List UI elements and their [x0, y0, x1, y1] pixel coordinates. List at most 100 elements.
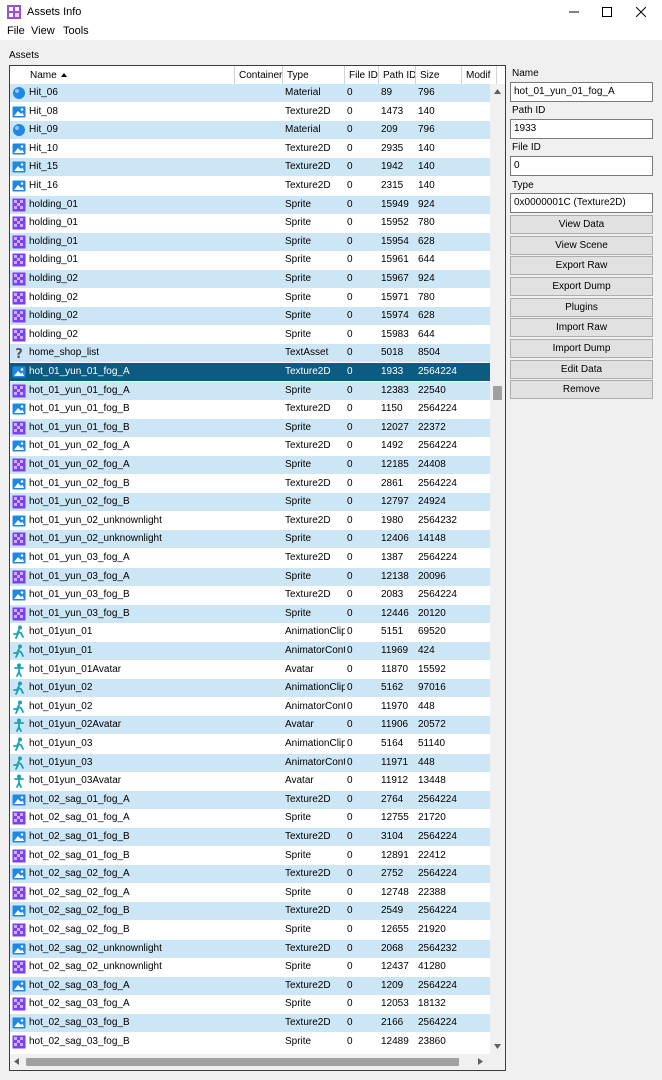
table-row[interactable]: holding_02 Sprite 0 15983 644 [10, 326, 490, 344]
remove-button[interactable]: Remove [510, 380, 653, 399]
table-row[interactable]: hot_02_sag_01_fog_A Texture2D 0 2764 2564224 [10, 790, 490, 809]
cell-file-id: 0 [347, 291, 353, 303]
table-row[interactable]: hot_02_sag_03_fog_B Sprite 0 12489 23860 [10, 1033, 490, 1051]
file-id-field[interactable]: 0 [510, 156, 653, 176]
path-id-field[interactable]: 1933 [510, 119, 653, 139]
table-row[interactable]: hot_02_sag_02_fog_A Texture2D 0 2752 2564224 [10, 865, 490, 884]
table-row[interactable]: Hit_08 Texture2D 0 1473 140 [10, 103, 490, 121]
table-row[interactable]: Hit_16 Texture2D 0 2315 140 [10, 177, 490, 195]
table-row[interactable]: holding_02 Sprite 0 15967 924 [10, 270, 490, 288]
table-row[interactable]: hot_01yun_03Avatar Avatar 0 11912 13448 [10, 772, 490, 790]
column-modified[interactable]: Modif [462, 66, 497, 86]
close-button[interactable] [624, 0, 658, 24]
vertical-scrollbar[interactable] [490, 84, 505, 1054]
table-row[interactable]: ? home_shop_list TextAsset 0 5018 8504 [10, 344, 490, 363]
table-row[interactable]: hot_02_sag_03_fog_B Texture2D 0 2166 2564224 [10, 1014, 490, 1032]
table-row[interactable]: hot_01yun_03 AnimatorController0 11971 448 [10, 753, 490, 772]
cell-size: 2564224 [418, 477, 457, 489]
table-row[interactable]: holding_01 Sprite 0 15952 780 [10, 214, 490, 232]
horizontal-scroll-thumb[interactable] [26, 1058, 459, 1066]
type-field[interactable]: 0x0000001C (Texture2D) [510, 193, 653, 213]
table-row[interactable]: holding_01 Sprite 0 15954 628 [10, 232, 490, 251]
table-row[interactable]: holding_01 Sprite 0 15961 644 [10, 251, 490, 269]
vertical-scroll-thumb[interactable] [493, 386, 502, 400]
horizontal-scrollbar[interactable] [10, 1054, 490, 1070]
table-row[interactable]: hot_01_yun_01_fog_B Texture2D 0 1150 2564224 [10, 400, 490, 418]
table-row[interactable]: hot_01yun_02 AnimatorController0 11970 448 [10, 698, 490, 716]
table-row[interactable]: hot_01_yun_03_fog_A Texture2D 0 1387 2564224 [10, 549, 490, 567]
table-row[interactable]: hot_02_sag_03_fog_A Sprite 0 12053 18132 [10, 995, 490, 1013]
column-name[interactable]: Name [26, 66, 235, 86]
cell-path-id: 12755 [381, 812, 409, 824]
cell-type: Sprite [285, 961, 312, 973]
export-dump-button[interactable]: Export Dump [510, 277, 653, 296]
table-row[interactable]: hot_01_yun_02_unknownlight Sprite 0 12406 14… [10, 530, 490, 549]
scroll-right-icon[interactable] [478, 1058, 483, 1065]
table-row[interactable]: hot_02_sag_02_fog_A Sprite 0 12748 22388 [10, 884, 490, 902]
table-row[interactable]: hot_01yun_01 AnimatorController0 11969 424 [10, 642, 490, 660]
view-data-button[interactable]: View Data [510, 215, 653, 234]
table-row[interactable]: hot_02_sag_03_fog_A Texture2D 0 1209 2564224 [10, 976, 490, 995]
table-row[interactable]: holding_02 Sprite 0 15974 628 [10, 307, 490, 326]
table-row[interactable]: hot_01_yun_02_fog_B Texture2D 0 2861 2564224 [10, 475, 490, 493]
menu-file[interactable]: File [7, 25, 25, 37]
export-raw-button[interactable]: Export Raw [510, 256, 653, 275]
texture-icon [12, 366, 26, 378]
menu-view[interactable]: View [31, 25, 55, 37]
table-row[interactable]: hot_01_yun_03_fog_B Sprite 0 12446 20120 [10, 604, 490, 623]
column-size[interactable]: Size [416, 66, 462, 86]
table-row[interactable]: hot_01_yun_02_fog_B Sprite 0 12797 24924 [10, 493, 490, 512]
edit-data-button[interactable]: Edit Data [510, 360, 653, 379]
table-row[interactable]: hot_01yun_01 AnimationClip 0 5151 69520 [10, 623, 490, 641]
table-row[interactable]: hot_02_sag_01_fog_B Sprite 0 12891 22412 [10, 847, 490, 865]
table-row[interactable]: hot_01yun_01Avatar Avatar 0 11870 15592 [10, 661, 490, 679]
table-row[interactable]: hot_01yun_03 AnimationClip 0 5164 51140 [10, 735, 490, 753]
table-row[interactable]: hot_02_sag_02_unknownlight Texture2D 0 2068… [10, 939, 490, 958]
sprite-icon [12, 570, 26, 584]
maximize-button[interactable] [590, 0, 624, 24]
asset-list[interactable]: Name Container Type File ID Path ID Size… [9, 65, 506, 1071]
table-row[interactable]: holding_01 Sprite 0 15949 924 [10, 195, 490, 214]
scroll-up-icon[interactable] [494, 89, 501, 94]
view-scene-button[interactable]: View Scene [510, 236, 653, 255]
table-row[interactable]: hot_01_yun_01_fog_A Texture2D 0 1933 2564224 [10, 363, 490, 381]
table-row[interactable]: hot_02_sag_02_fog_B Texture2D 0 2549 2564224 [10, 902, 490, 921]
table-row[interactable]: hot_01_yun_02_fog_A Texture2D 0 1492 2564224 [10, 437, 490, 455]
import-dump-button[interactable]: Import Dump [510, 339, 653, 358]
cell-size: 2564224 [418, 793, 457, 805]
table-row[interactable]: Hit_10 Texture2D 0 2935 140 [10, 140, 490, 158]
table-row[interactable]: hot_01_yun_03_fog_B Texture2D 0 2083 2564224 [10, 586, 490, 604]
cell-name: hot_01_yun_03_fog_B [29, 607, 130, 619]
table-row[interactable]: Hit_09 Material 0 209 796 [10, 121, 490, 140]
column-path-id[interactable]: Path ID [379, 66, 416, 86]
cell-name: hot_01yun_01 [29, 645, 93, 656]
table-row[interactable]: hot_02_sag_02_unknownlight Sprite 0 12437 41… [10, 958, 490, 976]
minimize-button[interactable] [557, 0, 591, 24]
table-row[interactable]: hot_01_yun_02_fog_A Sprite 0 12185 24408 [10, 456, 490, 474]
table-row[interactable]: hot_01_yun_01_fog_A Sprite 0 12383 22540 [10, 381, 490, 400]
table-row[interactable]: Hit_06 Material 0 89 796 [10, 84, 490, 102]
table-row[interactable]: hot_01yun_02Avatar Avatar 0 11906 20572 [10, 716, 490, 735]
import-raw-button[interactable]: Import Raw [510, 318, 653, 337]
table-row[interactable]: hot_01yun_02 AnimationClip 0 5162 97016 [10, 679, 490, 698]
table-row[interactable]: hot_02_sag_02_fog_B Sprite 0 12655 21920 [10, 921, 490, 939]
table-row[interactable]: hot_01_yun_01_fog_B Sprite 0 12027 22372 [10, 418, 490, 437]
column-file-id[interactable]: File ID [345, 66, 379, 86]
name-field[interactable]: hot_01_yun_01_fog_A [510, 82, 653, 102]
table-row[interactable]: hot_01_yun_03_fog_A Sprite 0 12138 20096 [10, 567, 490, 586]
plugins-button[interactable]: Plugins [510, 298, 653, 317]
table-row[interactable]: holding_02 Sprite 0 15971 780 [10, 289, 490, 307]
table-row[interactable]: hot_02_sag_01_fog_A Sprite 0 12755 21720 [10, 809, 490, 827]
cell-size: 20572 [418, 719, 446, 731]
table-row[interactable]: Hit_15 Texture2D 0 1942 140 [10, 158, 490, 177]
column-type[interactable]: Type [283, 66, 345, 86]
scroll-left-icon[interactable] [14, 1058, 19, 1065]
menu-tools[interactable]: Tools [63, 25, 89, 37]
cell-file-id: 0 [347, 440, 353, 452]
table-row[interactable]: hot_01_yun_02_unknownlight Texture2D 0 1980… [10, 512, 490, 530]
cell-type: AnimatorController [285, 756, 345, 768]
scroll-down-icon[interactable] [494, 1044, 501, 1049]
table-row[interactable]: hot_02_sag_01_fog_B Texture2D 0 3104 2564224 [10, 828, 490, 846]
scroll-corner [490, 1054, 505, 1070]
column-container[interactable]: Container [235, 66, 283, 86]
